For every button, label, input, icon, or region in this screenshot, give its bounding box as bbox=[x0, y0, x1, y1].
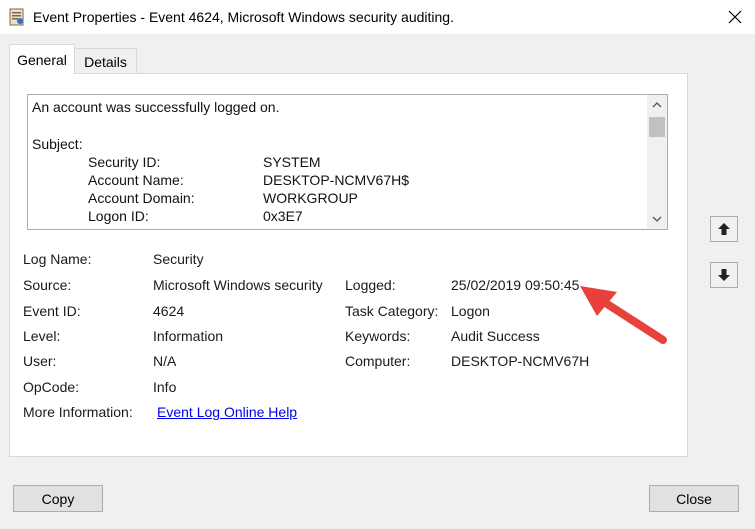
level-value: Information bbox=[153, 328, 224, 344]
logon-id-value: 0x3E7 bbox=[263, 208, 303, 224]
tab-general[interactable]: General bbox=[9, 44, 75, 74]
user-label: User: bbox=[23, 353, 57, 369]
next-event-button[interactable] bbox=[710, 262, 738, 288]
event-id-label: Event ID: bbox=[23, 303, 81, 319]
source-value: Microsoft Windows security bbox=[153, 277, 323, 293]
arrow-down-icon bbox=[718, 269, 730, 281]
event-viewer-icon bbox=[9, 8, 25, 26]
annotation-arrow-icon bbox=[580, 286, 667, 344]
opcode-label: OpCode: bbox=[23, 379, 80, 395]
logged-value: 25/02/2019 09:50:45 bbox=[451, 277, 580, 293]
scroll-up-icon[interactable] bbox=[647, 96, 667, 114]
tab-general-label: General bbox=[17, 51, 67, 68]
opcode-value: Info bbox=[153, 379, 177, 395]
account-name-label: Account Name: bbox=[88, 172, 184, 188]
keywords-value: Audit Success bbox=[451, 328, 540, 344]
window-title: Event Properties - Event 4624, Microsoft… bbox=[33, 9, 454, 25]
description-scrollbar[interactable] bbox=[647, 95, 667, 229]
tab-details[interactable]: Details bbox=[75, 48, 137, 74]
user-value: N/A bbox=[153, 353, 177, 369]
task-category-value: Logon bbox=[451, 303, 490, 319]
computer-value: DESKTOP-NCMV67H bbox=[451, 353, 590, 369]
scroll-thumb[interactable] bbox=[649, 117, 665, 137]
task-category-label: Task Category: bbox=[345, 303, 439, 319]
keywords-label: Keywords: bbox=[345, 328, 411, 344]
scroll-down-icon[interactable] bbox=[647, 210, 667, 228]
description-summary: An account was successfully logged on. bbox=[32, 99, 280, 115]
account-domain-value: WORKGROUP bbox=[263, 190, 358, 206]
previous-event-button[interactable] bbox=[710, 216, 738, 242]
tab-details-label: Details bbox=[84, 53, 127, 70]
level-label: Level: bbox=[23, 328, 61, 344]
logon-id-label: Logon ID: bbox=[88, 208, 149, 224]
account-name-value: DESKTOP-NCMV67H$ bbox=[263, 172, 410, 188]
close-button[interactable]: Close bbox=[649, 485, 739, 512]
event-id-value: 4624 bbox=[153, 303, 185, 319]
general-panel: An account was successfully logged on. S… bbox=[9, 73, 688, 457]
security-id-value: SYSTEM bbox=[263, 154, 321, 170]
source-label: Source: bbox=[23, 277, 72, 293]
subject-label: Subject: bbox=[32, 136, 83, 152]
copy-button[interactable]: Copy bbox=[13, 485, 103, 512]
title-bar: Event Properties - Event 4624, Microsoft… bbox=[0, 0, 755, 34]
event-log-online-help-link[interactable]: Event Log Online Help bbox=[157, 404, 297, 420]
log-name-label: Log Name: bbox=[23, 251, 92, 267]
more-information-label: More Information: bbox=[23, 404, 133, 420]
arrow-up-icon bbox=[718, 223, 730, 235]
security-id-label: Security ID: bbox=[88, 154, 161, 170]
log-name-value: Security bbox=[153, 251, 204, 267]
account-domain-label: Account Domain: bbox=[88, 190, 195, 206]
close-icon[interactable] bbox=[722, 4, 748, 30]
computer-label: Computer: bbox=[345, 353, 411, 369]
event-description-box[interactable]: An account was successfully logged on. S… bbox=[27, 94, 668, 230]
logged-label: Logged: bbox=[345, 277, 396, 293]
